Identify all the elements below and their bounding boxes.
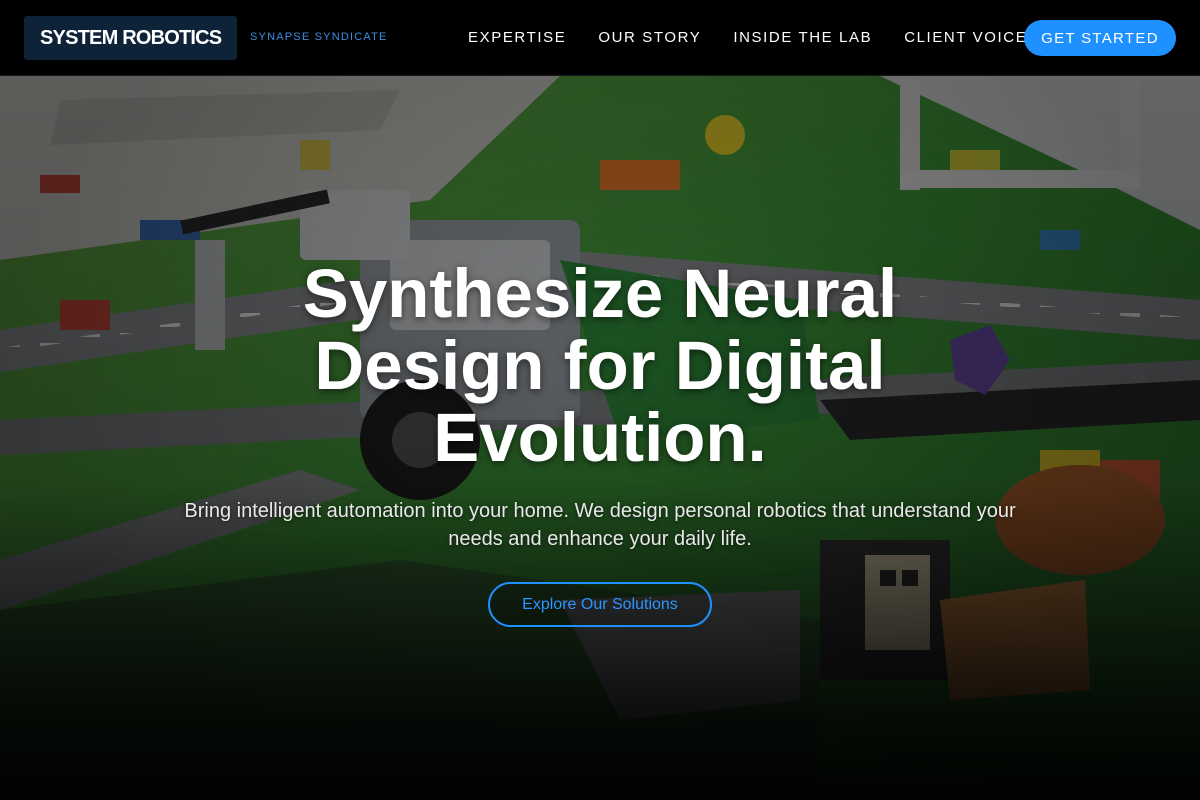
- explore-solutions-button[interactable]: Explore Our Solutions: [488, 582, 712, 627]
- main-nav: EXPERTISE OUR STORY INSIDE THE LAB CLIEN…: [468, 29, 1027, 46]
- get-started-button[interactable]: GET STARTED: [1024, 20, 1176, 56]
- hero-title: Synthesize Neural Design for Digital Evo…: [302, 255, 898, 476]
- top-navbar: SYSTEM ROBOTICS SYNAPSE SYNDICATE EXPERT…: [0, 0, 1200, 76]
- hero-subtitle: Bring intelligent automation into your h…: [184, 500, 1016, 550]
- hero-section: Synthesize Neural Design for Digital Evo…: [0, 0, 1200, 800]
- landing-page: SYSTEM ROBOTICS SYNAPSE SYNDICATE EXPERT…: [0, 0, 1200, 800]
- nav-link-our-story[interactable]: OUR STORY: [598, 29, 701, 46]
- nav-link-client-voice[interactable]: CLIENT VOICE: [904, 29, 1027, 46]
- brand-tagline: SYNAPSE SYNDICATE: [250, 31, 388, 43]
- nav-link-expertise[interactable]: EXPERTISE: [468, 29, 566, 46]
- nav-link-inside-the-lab[interactable]: INSIDE THE LAB: [733, 29, 872, 46]
- brand-logo[interactable]: SYSTEM ROBOTICS: [24, 16, 238, 60]
